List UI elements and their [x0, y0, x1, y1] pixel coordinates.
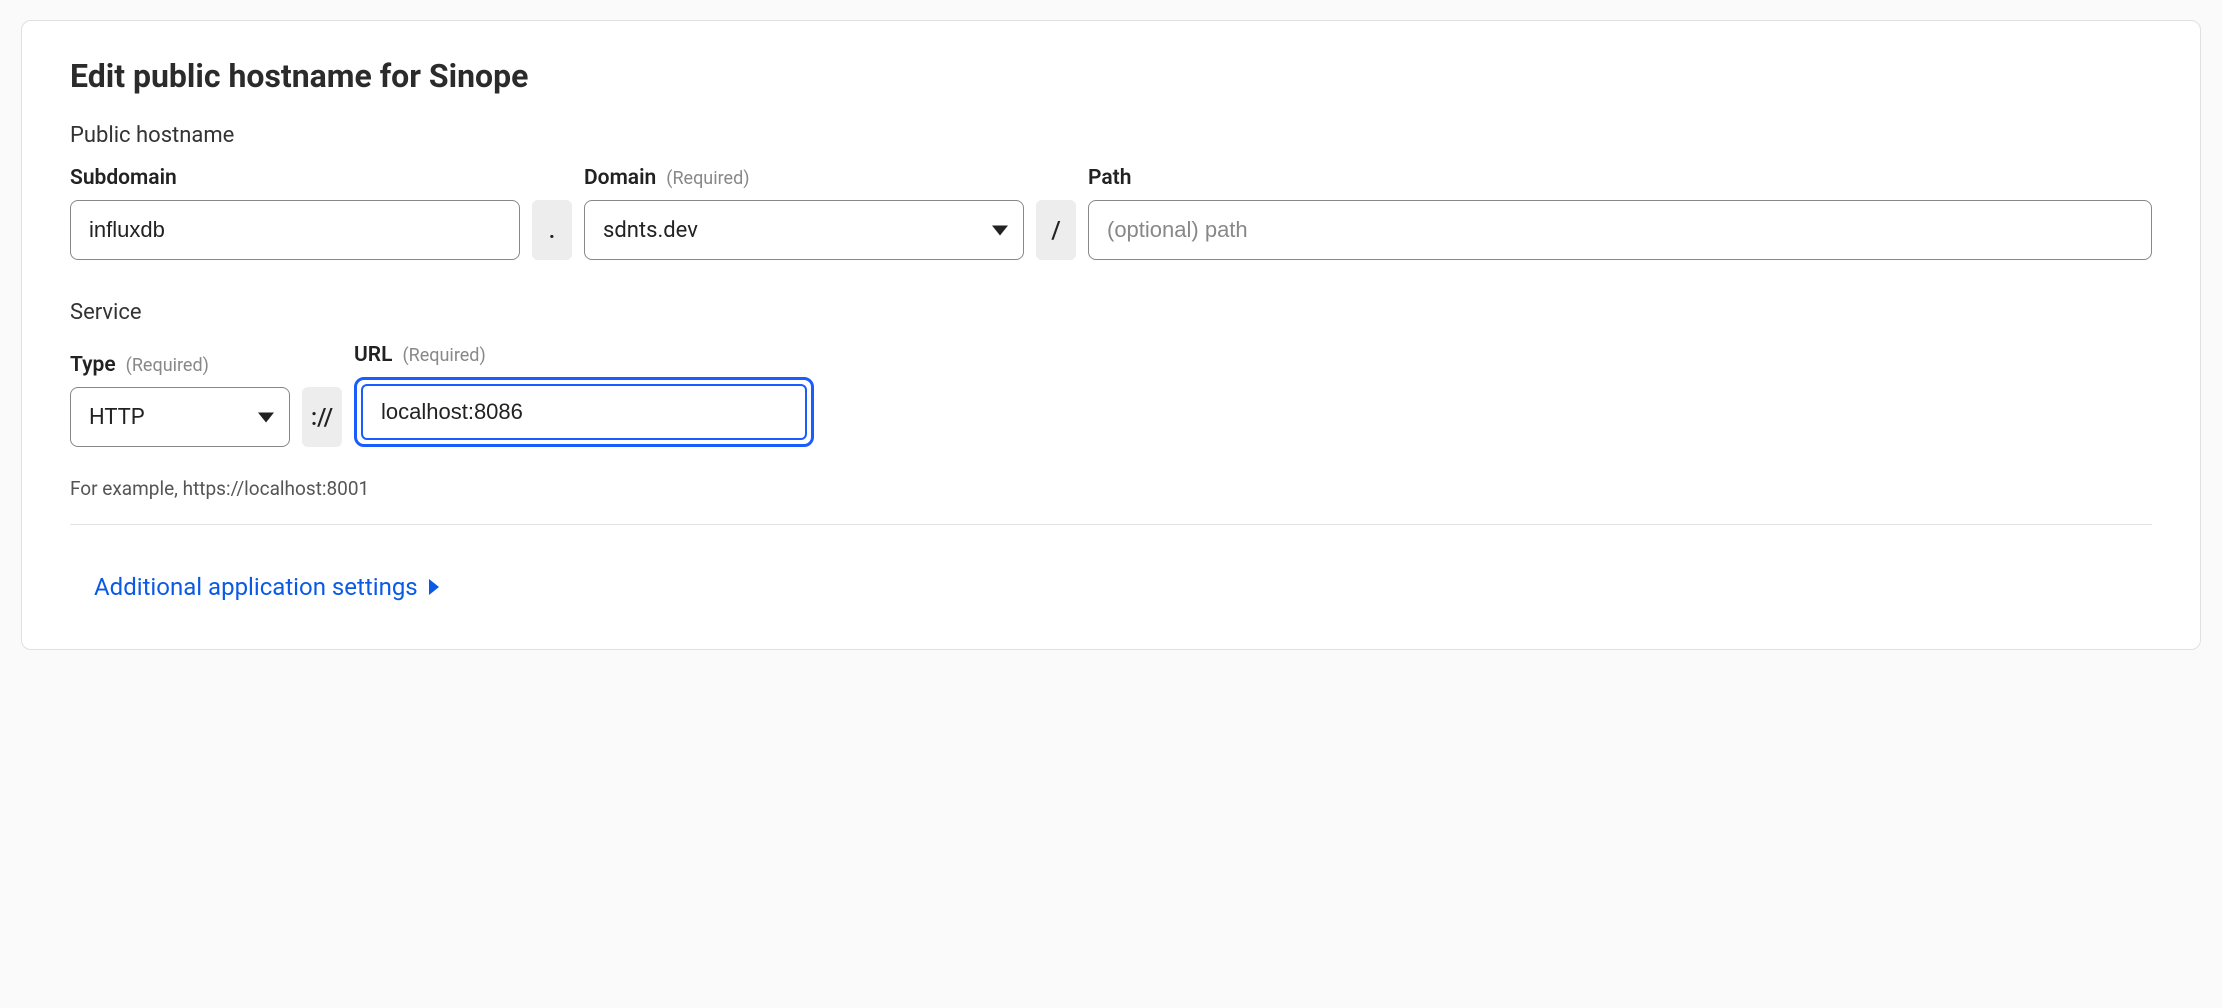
path-input[interactable] [1088, 200, 2152, 260]
domain-label: Domain (Required) [584, 166, 1024, 190]
service-field-row: Type (Required) HTTP :// URL (Required) [70, 343, 2152, 447]
domain-field-group: Domain (Required) sdnts.dev [584, 166, 1024, 260]
protocol-separator: :// [302, 387, 342, 447]
url-label-text: URL [354, 343, 392, 367]
additional-settings-label: Additional application settings [94, 573, 418, 601]
url-field-group: URL (Required) [354, 343, 814, 447]
additional-settings-toggle[interactable]: Additional application settings [94, 573, 440, 601]
subdomain-label-text: Subdomain [70, 166, 177, 190]
domain-label-text: Domain [584, 166, 656, 190]
edit-hostname-card: Edit public hostname for Sinope Public h… [21, 20, 2201, 650]
slash-separator: / [1036, 200, 1076, 260]
section-divider [70, 524, 2152, 525]
dot-separator: . [532, 200, 572, 260]
url-label: URL (Required) [354, 343, 814, 367]
url-required-tag: (Required) [402, 345, 485, 366]
hostname-field-row: Subdomain . Domain (Required) sdnts.dev … [70, 166, 2152, 260]
subdomain-label: Subdomain [70, 166, 520, 190]
path-label-text: Path [1088, 166, 1131, 190]
service-section-label: Service [70, 300, 2152, 325]
url-input-focus-ring [354, 377, 814, 447]
public-hostname-section-label: Public hostname [70, 123, 2152, 148]
type-select[interactable]: HTTP [70, 387, 290, 447]
url-input[interactable] [361, 384, 807, 440]
type-label: Type (Required) [70, 353, 290, 377]
domain-select-wrap: sdnts.dev [584, 200, 1024, 260]
subdomain-input[interactable] [70, 200, 520, 260]
domain-select[interactable]: sdnts.dev [584, 200, 1024, 260]
type-select-value: HTTP [89, 405, 145, 430]
type-field-group: Type (Required) HTTP [70, 353, 290, 447]
path-field-group: Path [1088, 166, 2152, 260]
path-label: Path [1088, 166, 2152, 190]
chevron-right-icon [428, 573, 440, 601]
subdomain-field-group: Subdomain [70, 166, 520, 260]
domain-select-value: sdnts.dev [603, 218, 698, 243]
service-help-text: For example, https://localhost:8001 [70, 477, 2152, 500]
type-required-tag: (Required) [126, 355, 209, 376]
domain-required-tag: (Required) [666, 168, 749, 189]
type-select-wrap: HTTP [70, 387, 290, 447]
page-title: Edit public hostname for Sinope [70, 57, 2152, 95]
type-label-text: Type [70, 353, 116, 377]
